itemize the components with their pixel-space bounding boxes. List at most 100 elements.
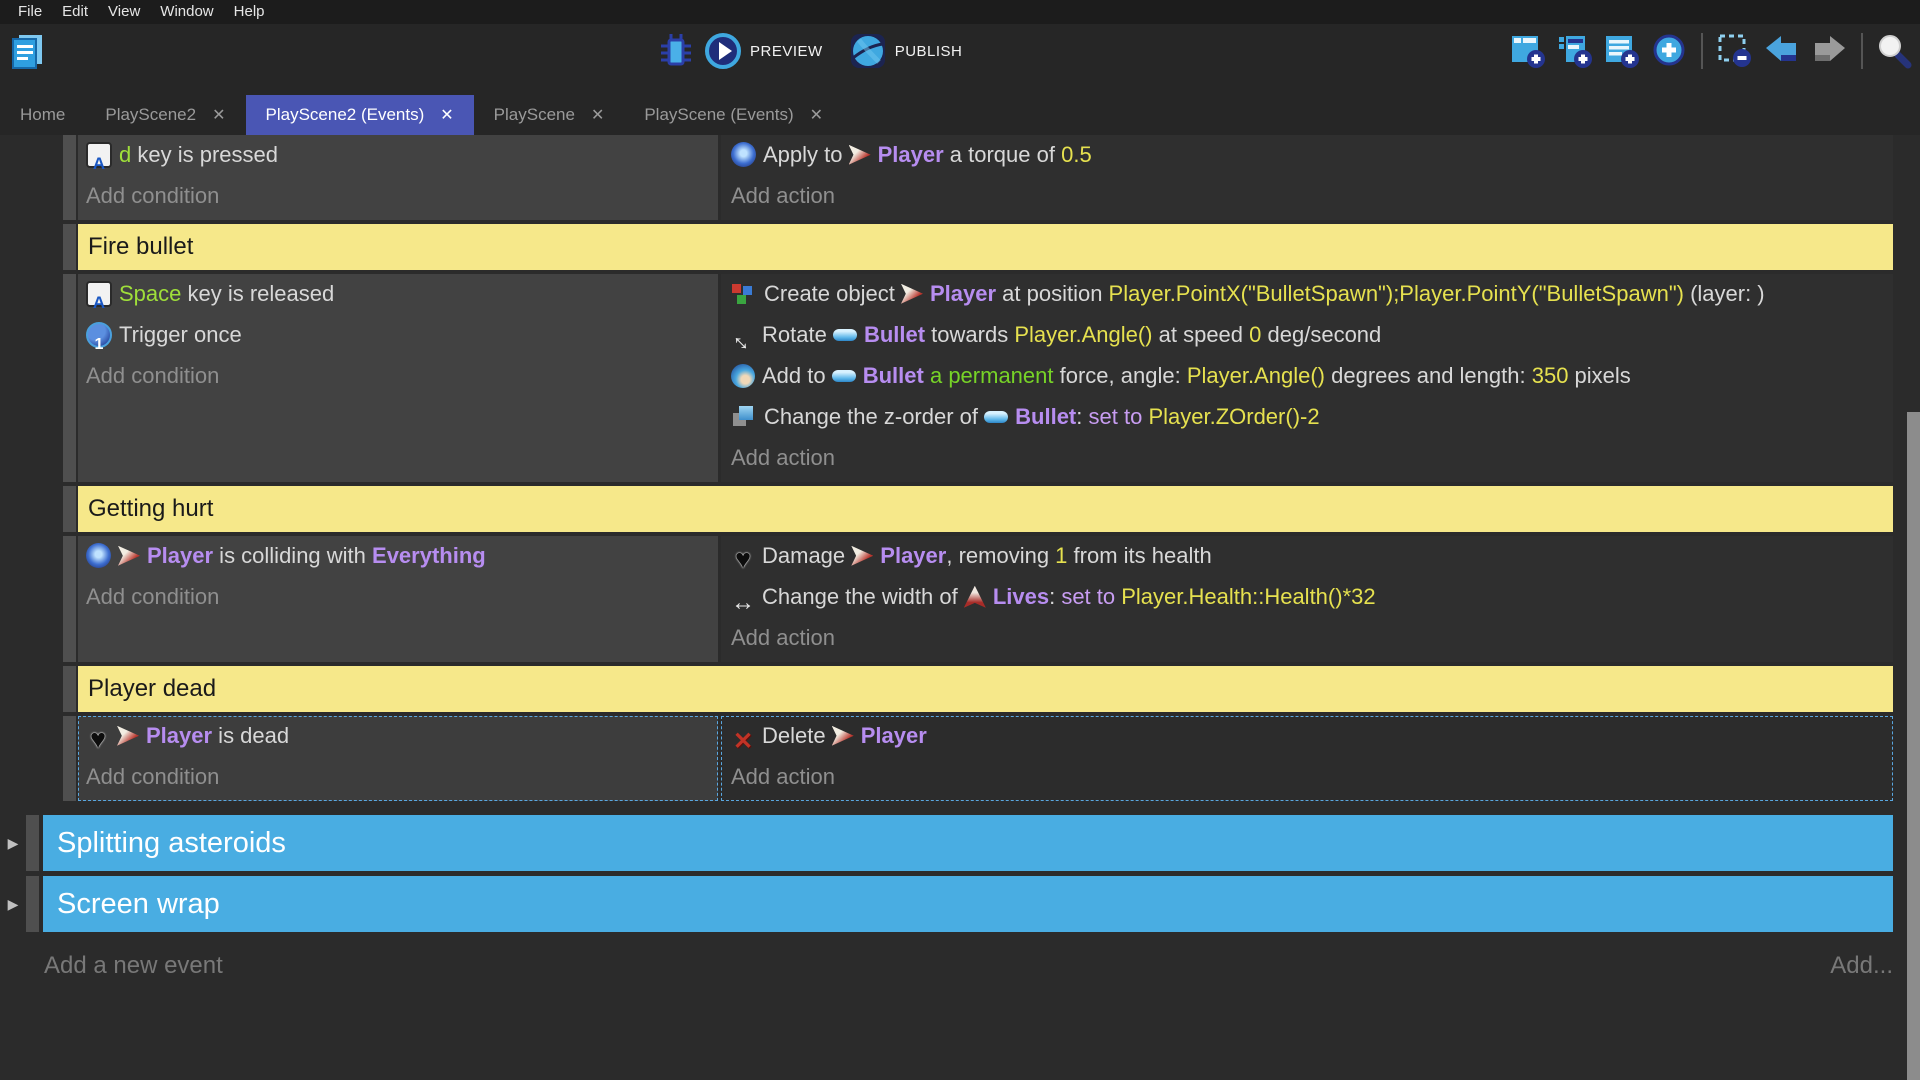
event-grip[interactable] — [63, 486, 76, 532]
rotate-icon — [731, 323, 755, 347]
redo-icon[interactable] — [1810, 34, 1848, 68]
text-segment: a permanent — [930, 363, 1054, 388]
menu-item-window[interactable]: Window — [150, 0, 223, 24]
add-button[interactable]: Add... — [1830, 952, 1893, 980]
actions-column: Create object Player at position Player.… — [721, 274, 1893, 482]
tab-close-icon[interactable]: ✕ — [212, 105, 225, 125]
heart-icon — [731, 543, 755, 569]
event-grip[interactable] — [63, 716, 76, 801]
events-list: d key is pressed Add condition Apply to Pl… — [0, 135, 1920, 932]
publish-button[interactable]: PUBLISH — [849, 32, 977, 70]
width-arrow-icon — [731, 585, 755, 609]
event-grip[interactable] — [63, 135, 76, 220]
add-comment-icon[interactable] — [1603, 32, 1641, 70]
tab-bar: HomePlayScene2✕PlayScene2 (Events)✕PlayS… — [0, 78, 1920, 135]
add-other-event-icon[interactable] — [1650, 32, 1688, 70]
text-segment: Create object — [764, 281, 901, 306]
actions-column: Damage Player, removing 1 from its healt… — [721, 536, 1893, 662]
action-line[interactable]: Create object Player at position Player.… — [731, 276, 1885, 312]
add-subevent-icon[interactable] — [1556, 32, 1594, 70]
add-new-event-button[interactable]: Add a new event — [44, 952, 223, 980]
condition-line[interactable]: Player is colliding with Everything — [86, 538, 710, 574]
event-grip[interactable] — [63, 536, 76, 662]
tab-playscene2[interactable]: PlayScene2 ✕ — [85, 95, 245, 135]
search-icon[interactable] — [1876, 33, 1912, 69]
add-action-button[interactable]: Add action — [731, 440, 1885, 476]
text-segment: : — [1076, 404, 1088, 429]
text-segment: Player.ZOrder()-2 — [1148, 404, 1319, 429]
tab-label: PlayScene2 (Events) — [266, 105, 425, 125]
action-line[interactable]: Delete Player — [731, 718, 1885, 754]
text-segment: is colliding with — [213, 543, 372, 568]
tab-playscene-events[interactable]: PlayScene (Events)✕ — [624, 95, 843, 135]
tab-playscene[interactable]: PlayScene ✕ — [474, 95, 625, 135]
tab-playscene2-events[interactable]: PlayScene2 (Events) ✕ — [246, 95, 474, 135]
tab-home[interactable]: Home — [0, 95, 85, 135]
preview-button[interactable]: PREVIEW — [704, 32, 837, 70]
publish-label: PUBLISH — [895, 43, 963, 60]
add-condition-button[interactable]: Add condition — [86, 178, 710, 214]
text-segment: Change the z-order of — [764, 404, 984, 429]
event-grip[interactable] — [26, 876, 39, 932]
text-segment: Player — [930, 281, 996, 306]
tab-label: PlayScene2 — [105, 105, 196, 125]
add-condition-button[interactable]: Add condition — [86, 579, 710, 615]
comment-text[interactable]: Fire bullet — [78, 224, 1893, 270]
lives-ship-icon — [964, 586, 986, 608]
condition-line[interactable]: Trigger once — [86, 317, 710, 353]
collapse-arrow-icon[interactable] — [0, 876, 26, 932]
tab-close-icon[interactable]: ✕ — [810, 105, 823, 125]
text-segment: Player.Angle() — [1014, 322, 1152, 347]
tab-label: PlayScene — [494, 105, 575, 125]
add-action-button[interactable]: Add action — [731, 759, 1885, 795]
vertical-scrollbar-thumb[interactable] — [1907, 412, 1920, 1080]
add-condition-button[interactable]: Add condition — [86, 358, 710, 394]
condition-line[interactable]: Space key is released — [86, 276, 710, 312]
action-line[interactable]: Apply to Player a torque of 0.5 — [731, 137, 1885, 173]
menu-item-help[interactable]: Help — [224, 0, 275, 24]
comment-text[interactable]: Player dead — [78, 666, 1893, 712]
action-line[interactable]: Change the z-order of Bullet: set to Pla… — [731, 399, 1885, 435]
text-segment: Player.PointX("BulletSpawn");Player.Poin… — [1109, 281, 1684, 306]
action-line[interactable]: Damage Player, removing 1 from its healt… — [731, 538, 1885, 574]
action-line[interactable]: Change the width of Lives: set to Player… — [731, 579, 1885, 615]
menu-item-file[interactable]: File — [8, 0, 52, 24]
menu-item-edit[interactable]: Edit — [52, 0, 98, 24]
debugger-bug-icon[interactable] — [660, 33, 692, 69]
event-grip[interactable] — [63, 666, 76, 712]
text-segment: Everything — [372, 543, 486, 568]
action-line[interactable]: Add to Bullet a permanent force, angle: … — [731, 358, 1885, 394]
tab-close-icon[interactable]: ✕ — [440, 105, 453, 125]
gdevelop-logo-icon[interactable] — [8, 31, 48, 76]
menu-item-view[interactable]: View — [98, 0, 150, 24]
menu-bar: FileEditViewWindowHelp — [0, 0, 1920, 24]
undo-icon[interactable] — [1763, 34, 1801, 68]
text-segment: at speed — [1153, 322, 1250, 347]
condition-line[interactable]: d key is pressed — [86, 137, 710, 173]
event-grip[interactable] — [63, 224, 76, 270]
event-grip[interactable] — [63, 274, 76, 482]
toolbar-separator — [1701, 33, 1703, 69]
text-segment: Trigger once — [119, 322, 242, 347]
add-action-button[interactable]: Add action — [731, 620, 1885, 656]
delete-selection-icon[interactable] — [1716, 32, 1754, 70]
group-title[interactable]: Screen wrap — [43, 876, 1893, 932]
event-grip[interactable] — [26, 815, 39, 871]
collapse-arrow-icon[interactable] — [0, 815, 26, 871]
player-ship-icon — [117, 726, 139, 746]
text-segment: 350 — [1532, 363, 1569, 388]
condition-line[interactable]: Player is dead — [86, 718, 710, 754]
group-title[interactable]: Splitting asteroids — [43, 815, 1893, 871]
text-segment: 1 — [1055, 543, 1067, 568]
text-segment: Player.Health::Health()*32 — [1121, 584, 1375, 609]
text-segment: set to — [1089, 404, 1143, 429]
tab-close-icon[interactable]: ✕ — [591, 105, 604, 125]
text-segment: Apply to — [763, 142, 849, 167]
preview-label: PREVIEW — [750, 43, 823, 60]
add-condition-button[interactable]: Add condition — [86, 759, 710, 795]
add-event-icon[interactable] — [1509, 32, 1547, 70]
comment-text[interactable]: Getting hurt — [78, 486, 1893, 532]
text-segment: Bullet — [864, 322, 925, 347]
add-action-button[interactable]: Add action — [731, 178, 1885, 214]
action-line[interactable]: Rotate Bullet towards Player.Angle() at … — [731, 317, 1885, 353]
